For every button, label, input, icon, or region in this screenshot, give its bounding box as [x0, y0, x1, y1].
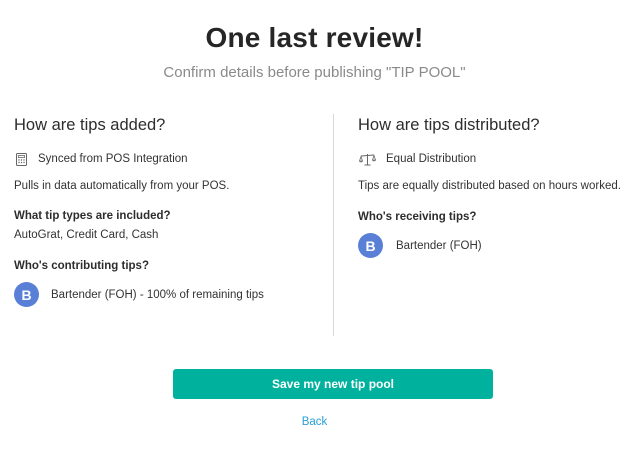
receiver-label: Bartender (FOH)	[396, 239, 482, 252]
receiver-item: B Bartender (FOH)	[358, 233, 623, 258]
tip-source-row: Synced from POS Integration	[14, 151, 314, 167]
tip-types-value: AutoGrat, Credit Card, Cash	[14, 229, 159, 241]
back-link[interactable]: Back	[0, 416, 629, 428]
calculator-icon	[14, 152, 28, 166]
contributors-heading: Who's contributing tips?	[14, 260, 149, 272]
contributor-item: B Bartender (FOH) - 100% of remaining ti…	[14, 282, 314, 307]
page-subtitle: Confirm details before publishing "TIP P…	[163, 64, 466, 81]
tip-types-heading: What tip types are included?	[14, 210, 171, 222]
tips-distributed-section: How are tips distributed? Equal Distribu…	[358, 112, 623, 258]
distribution-description: Tips are equally distributed based on ho…	[358, 180, 621, 192]
receivers-heading: Who's receiving tips?	[358, 211, 477, 223]
scale-icon	[358, 152, 376, 166]
tip-source-label: Synced from POS Integration	[38, 153, 188, 165]
tips-added-heading: How are tips added?	[14, 116, 166, 134]
distribution-method-row: Equal Distribution	[358, 151, 623, 167]
distribution-method-label: Equal Distribution	[386, 153, 477, 165]
tips-added-section: How are tips added? Synced from POS Inte…	[14, 112, 314, 307]
tips-distributed-heading: How are tips distributed?	[358, 116, 540, 134]
column-divider	[333, 114, 334, 336]
page-title: One last review!	[205, 22, 424, 53]
avatar: B	[358, 233, 383, 258]
save-tip-pool-button[interactable]: Save my new tip pool	[173, 369, 493, 399]
avatar: B	[14, 282, 39, 307]
contributor-label: Bartender (FOH) - 100% of remaining tips	[51, 288, 264, 301]
tip-source-description: Pulls in data automatically from your PO…	[14, 180, 230, 192]
